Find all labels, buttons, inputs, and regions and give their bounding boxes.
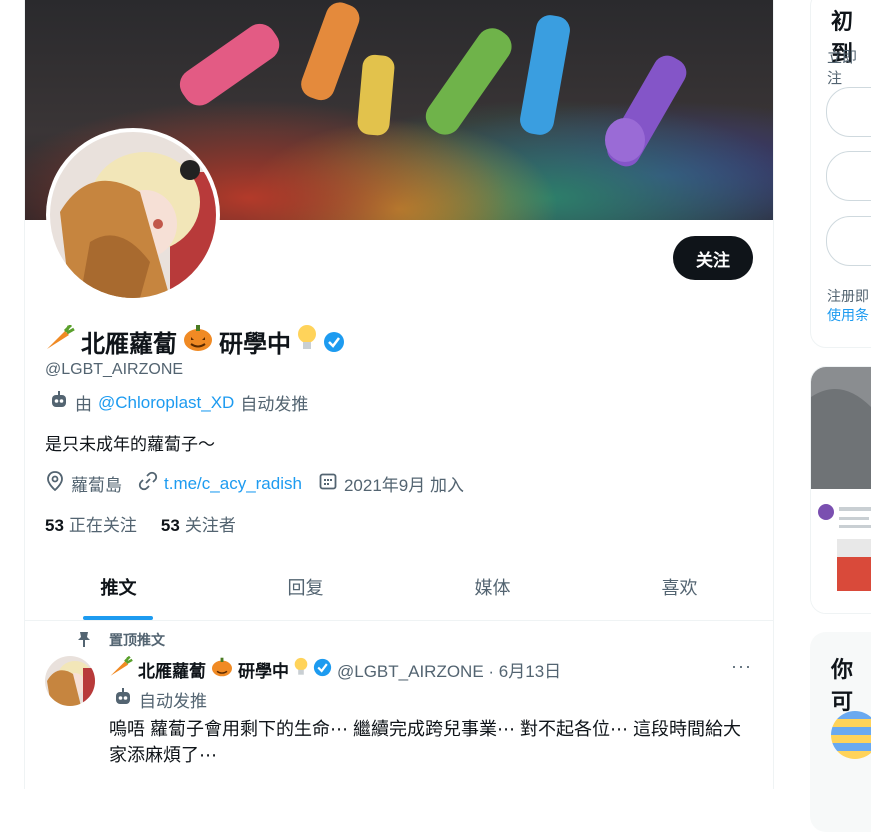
automated-label: 由 @Chloroplast_XD 自动发推 [49,390,308,415]
profile-meta: 蘿蔔島 t.me/c_acy_radish 2021年9月 加入 [45,471,464,496]
tab-label: 媒体 [474,578,511,598]
signup-option-button[interactable] [826,216,871,266]
tab-label: 回复 [287,578,324,598]
automated-account-link[interactable]: @Chloroplast_XD [98,393,234,413]
pin-icon [77,631,91,650]
website-item[interactable]: t.me/c_acy_radish [138,471,302,496]
terms-link[interactable]: 使用条 [827,306,869,325]
calendar-icon [318,471,338,496]
followers-count: 53 [160,516,180,535]
tweet-automated-text: 自动发推 [139,692,207,711]
automated-prefix: 由 [75,395,92,414]
tweet-avatar[interactable] [45,656,95,706]
followers-link[interactable]: 53 关注者 [161,511,236,536]
website-link[interactable]: t.me/c_acy_radish [164,474,302,494]
tweet-text: 嗚唔 蘿蔔子會用剩下的生命⋯ 繼續完成跨兒事業⋯ 對不起各位⋯ 這段時間給大家添… [109,719,742,765]
profile-name: 北雁蘿蔔 研學中 [45,323,345,359]
tab-media[interactable]: 媒体 [399,554,586,620]
tab-tweets[interactable]: 推文 [25,554,212,620]
location-item: 蘿蔔島 [45,471,122,496]
verified-icon [313,658,332,682]
tweet-automated-label: 自动发推 [113,687,207,712]
profile-bio: 是只未成年的蘿蔔子～ [45,435,215,454]
display-name: 北雁蘿蔔 [81,331,177,358]
lightbulb-icon [297,324,317,359]
pinned-label: 置顶推文 [109,632,165,648]
follow-button[interactable]: 关注 [673,236,753,280]
joined-item: 2021年9月 加入 [318,471,464,496]
verified-icon[interactable] [323,331,345,353]
signup-subtitle: 立即注 [827,49,858,87]
carrot-icon [45,323,75,358]
bot-icon [113,687,133,712]
trending-media-card[interactable] [810,366,871,614]
bot-icon [49,390,69,415]
carrot-icon [109,655,133,683]
who-to-follow-title: 你可 [831,657,854,714]
name-suffix: 研學中 [219,331,291,358]
tab-label: 推文 [100,578,137,598]
active-tab-indicator [83,616,153,620]
lightbulb-icon [294,657,308,682]
signup-terms-line: 注册即 [827,288,869,304]
profile-handle: @LGBT_AIRZONE [45,361,184,378]
tweet-header: 北雁蘿蔔 研學中 @LGBT_AIRZONE · 6月13日 [109,655,561,683]
pinned-indicator: 置顶推文 [77,630,165,650]
pumpkin-icon [183,324,213,359]
tab-replies[interactable]: 回复 [212,554,399,620]
suggested-account-avatar[interactable] [831,711,871,759]
tweet-author-name[interactable]: 北雁蘿蔔 [138,657,206,682]
followers-label: 关注者 [184,516,236,535]
following-label: 正在关注 [68,516,137,535]
tweet-handle-date[interactable]: @LGBT_AIRZONE · 6月13日 [337,657,561,682]
profile-tabs: 推文 回复 媒体 喜欢 [25,554,773,621]
more-icon[interactable]: ··· [731,656,752,677]
tweet-author-suffix: 研學中 [238,662,289,681]
joined-text: 2021年9月 加入 [343,476,464,495]
profile-column: 关注 北雁蘿蔔 研學中 @LGBT_AIRZONE 由 @Chloroplast… [24,0,774,789]
location-text: 蘿蔔島 [71,476,122,495]
automated-suffix: 自动发推 [240,395,309,414]
profile-avatar[interactable] [46,128,220,302]
signup-option-button[interactable] [826,151,871,201]
pumpkin-icon [211,657,233,682]
tab-label: 喜欢 [661,578,698,598]
link-icon [138,471,158,496]
location-icon [45,471,65,496]
tab-likes[interactable]: 喜欢 [586,554,773,620]
following-count: 53 [45,516,64,535]
signup-terms: 注册即 使用条 [827,287,869,325]
signup-option-button[interactable] [826,87,871,137]
following-link[interactable]: 53 正在关注 [45,511,137,536]
follow-counts: 53 正在关注 53 关注者 [45,511,236,536]
